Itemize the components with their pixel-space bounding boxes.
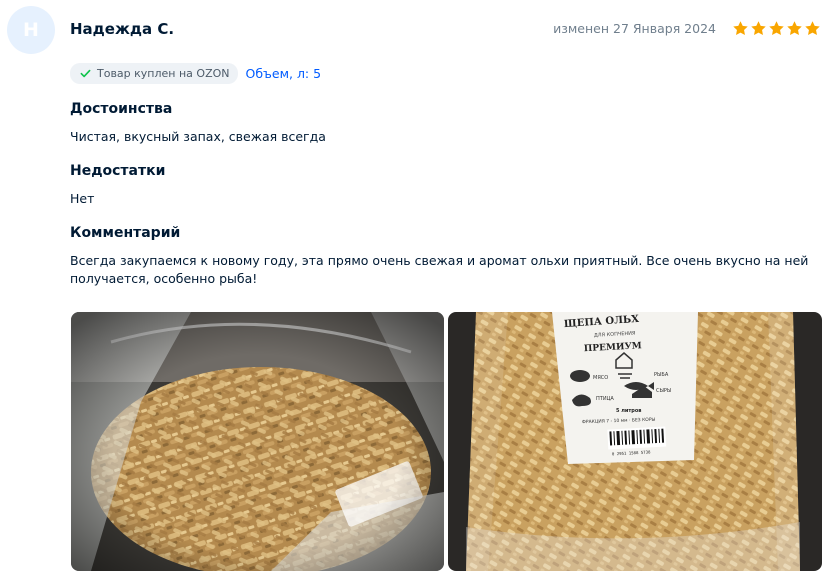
- star-icon: [751, 21, 766, 36]
- pros-heading: Достоинства: [70, 101, 173, 117]
- rating-stars: [732, 20, 821, 37]
- cons-text: Нет: [70, 191, 95, 206]
- star-icon: [733, 21, 748, 36]
- star-icon: [805, 21, 820, 36]
- cons-heading: Недостатки: [70, 163, 166, 179]
- package-bird: ПТИЦА: [596, 396, 614, 402]
- package-fish: РЫБА: [654, 372, 669, 378]
- photo-wood-chips-open-bag: [71, 312, 444, 571]
- package-meat: МЯСО: [593, 375, 608, 381]
- review-photo-1[interactable]: [71, 312, 444, 571]
- comment-text: Всегда закупаемся к новому году, эта пря…: [70, 252, 808, 288]
- star-icon: [769, 21, 784, 36]
- variant-link[interactable]: Объем, л: 5: [246, 66, 322, 81]
- comment-heading: Комментарий: [70, 225, 181, 241]
- package-volume: 5 литров: [616, 408, 641, 414]
- avatar: Н: [7, 6, 55, 54]
- review-photo-2[interactable]: ЩЕПА ОЛЬХ ДЛЯ КОПЧЕНИЯ ПРЕМИУМ МЯСО РЫБА…: [448, 312, 822, 571]
- purchased-badge: Товар куплен на OZON: [70, 63, 238, 84]
- check-icon: [80, 69, 91, 78]
- author-name[interactable]: Надежда С.: [70, 20, 174, 38]
- review-tags: Товар куплен на OZON Объем, л: 5: [70, 63, 321, 84]
- edited-date: изменен 27 Января 2024: [553, 21, 716, 36]
- pros-text: Чистая, вкусный запах, свежая всегда: [70, 129, 326, 144]
- barcode-icon: [607, 426, 667, 450]
- comment-line: Всегда закупаемся к новому году, эта пря…: [70, 253, 809, 268]
- purchased-badge-label: Товар куплен на OZON: [97, 67, 230, 80]
- avatar-initial: Н: [23, 19, 39, 41]
- comment-line: получается, особенно рыба!: [70, 271, 258, 286]
- star-icon: [787, 21, 802, 36]
- photo-wood-chips-package: ЩЕПА ОЛЬХ ДЛЯ КОПЧЕНИЯ ПРЕМИУМ МЯСО РЫБА…: [448, 312, 822, 571]
- review-meta: изменен 27 Января 2024: [553, 20, 821, 37]
- package-cheese: СЫРЫ: [656, 388, 671, 394]
